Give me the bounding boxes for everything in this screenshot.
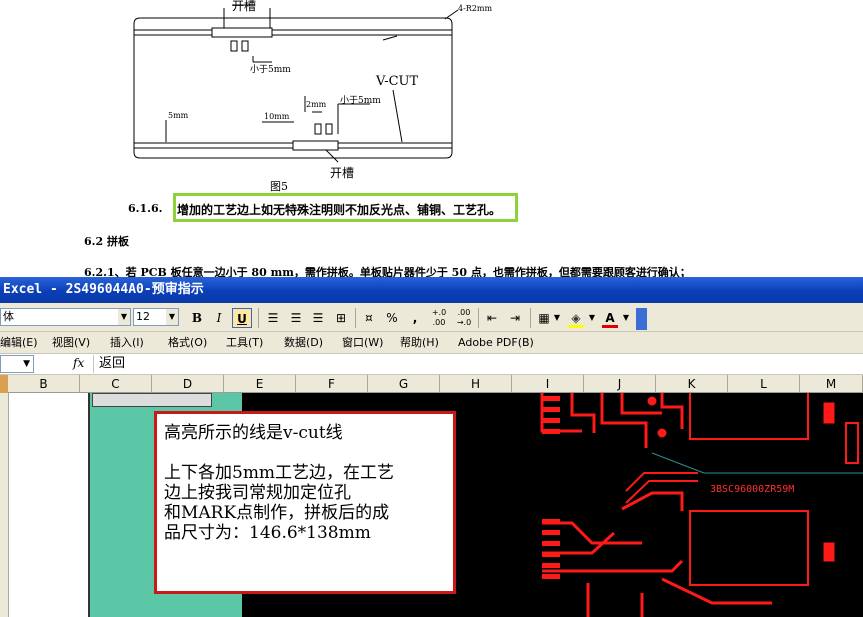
align-center-icon[interactable]: ☰ bbox=[286, 308, 306, 328]
chevron-down-icon[interactable]: ▼ bbox=[23, 359, 30, 369]
column-header[interactable]: J bbox=[584, 375, 656, 393]
menu-view[interactable]: 视图(V) bbox=[52, 332, 90, 353]
label-5mm: 5mm bbox=[168, 111, 189, 120]
section-6-1-6-number: 6.1.6. bbox=[128, 202, 163, 215]
align-left-icon[interactable]: ☰ bbox=[263, 308, 283, 328]
menu-bar: 编辑(E) 视图(V) 插入(I) 格式(O) 工具(T) 数据(D) 窗口(W… bbox=[0, 332, 863, 353]
increase-indent-icon[interactable]: ⇥ bbox=[505, 308, 525, 328]
menu-data[interactable]: 数据(D) bbox=[284, 332, 323, 353]
callout-line-1: 高亮所示的线是v-cut线 bbox=[164, 423, 343, 443]
font-size-combo[interactable]: 12 ▼ bbox=[133, 308, 179, 326]
decrease-decimal-button[interactable]: .00 →.0 bbox=[452, 308, 476, 328]
column-headers: B C D E F G H I J K L M bbox=[0, 375, 863, 393]
decrease-indent-icon[interactable]: ⇤ bbox=[482, 308, 502, 328]
label-less-than-5mm-1: 小于5mm bbox=[250, 65, 291, 75]
row-headers[interactable] bbox=[0, 393, 9, 617]
menu-adobe-pdf[interactable]: Adobe PDF(B) bbox=[458, 332, 534, 353]
fill-color-swatch bbox=[568, 325, 584, 328]
callout-line-4: 和MARK点制作，拼板后的成 bbox=[164, 503, 390, 523]
font-name-combo[interactable]: 体 ▼ bbox=[0, 308, 131, 326]
borders-icon[interactable]: ▦ bbox=[534, 308, 554, 328]
toolbar-separator bbox=[258, 308, 259, 328]
comma-button[interactable]: , bbox=[405, 308, 425, 328]
column-header[interactable]: M bbox=[800, 375, 863, 393]
name-box[interactable]: ▼ bbox=[0, 355, 34, 373]
fx-icon[interactable]: fx bbox=[73, 356, 84, 370]
formatting-toolbar: 体 ▼ 12 ▼ B I U ☰ ☰ ☰ ⊞ ¤ % , +.0 .00 .00… bbox=[0, 303, 863, 332]
column-header[interactable]: G bbox=[368, 375, 440, 393]
formula-input[interactable]: 返回 bbox=[93, 355, 863, 373]
align-right-icon[interactable]: ☰ bbox=[308, 308, 328, 328]
callout-line-3: 边上按我司常规加定位孔 bbox=[164, 483, 351, 503]
column-header[interactable]: L bbox=[728, 375, 800, 393]
menu-tools[interactable]: 工具(T) bbox=[226, 332, 263, 353]
formula-bar: ▼ fx 返回 bbox=[0, 353, 863, 375]
toolbar-separator bbox=[478, 308, 479, 328]
chevron-down-icon[interactable]: ▼ bbox=[118, 309, 130, 325]
merge-center-icon[interactable]: ⊞ bbox=[331, 308, 351, 328]
percent-button[interactable]: % bbox=[382, 308, 402, 328]
callout-line-5: 品尺寸为：146.6*138mm bbox=[164, 523, 371, 543]
column-header[interactable]: K bbox=[656, 375, 728, 393]
select-all-corner[interactable] bbox=[0, 375, 8, 393]
section-6-1-6-text: 增加的工艺边上如无特殊注明则不加反光点、铺铜、工艺孔。 bbox=[177, 203, 502, 217]
column-header[interactable]: I bbox=[512, 375, 584, 393]
annotation-callout: 高亮所示的线是v-cut线 上下各加5mm工艺边，在工艺 边上按我司常规加定位孔… bbox=[154, 411, 456, 594]
section-6-2-1-text: 6.2.1、若 PCB 板任意一边小于 80 mm，需作拼板。单板贴片器件少于 … bbox=[84, 266, 691, 277]
embedded-panel-bar bbox=[92, 393, 212, 407]
italic-button[interactable]: I bbox=[209, 308, 229, 328]
underline-button[interactable]: U bbox=[232, 308, 252, 328]
increase-decimal-button[interactable]: +.0 .00 bbox=[427, 308, 451, 328]
label-10mm: 10mm bbox=[264, 112, 290, 121]
column-header[interactable]: C bbox=[80, 375, 152, 393]
figure-caption: 图5 bbox=[270, 180, 288, 193]
currency-icon[interactable]: ¤ bbox=[359, 308, 379, 328]
menu-insert[interactable]: 插入(I) bbox=[110, 332, 144, 353]
font-color-swatch bbox=[602, 325, 618, 328]
chevron-down-icon[interactable]: ▼ bbox=[621, 308, 631, 328]
toolbar-separator bbox=[355, 308, 356, 328]
chevron-down-icon[interactable]: ▼ bbox=[552, 308, 562, 328]
font-size-value: 12 bbox=[136, 310, 150, 323]
label-corner-radius: 4-R2mm bbox=[458, 4, 493, 13]
column-header[interactable]: F bbox=[296, 375, 368, 393]
callout-line-2: 上下各加5mm工艺边，在工艺 bbox=[164, 463, 395, 483]
bold-button[interactable]: B bbox=[187, 308, 207, 328]
label-less-than-5mm-2: 小于5mm bbox=[340, 96, 381, 106]
label-2mm: 2mm bbox=[306, 100, 327, 109]
menu-format[interactable]: 格式(O) bbox=[168, 332, 207, 353]
section-6-2-heading: 6.2 拼板 bbox=[84, 235, 129, 248]
column-header[interactable]: B bbox=[8, 375, 80, 393]
label-open-slot-top: 开槽 bbox=[232, 0, 257, 13]
toolbar-separator bbox=[530, 308, 531, 328]
window-title: Excel - 2S496044A0-预审指示 bbox=[3, 282, 204, 297]
label-vcut: V-CUT bbox=[376, 74, 419, 89]
menu-window[interactable]: 窗口(W) bbox=[342, 332, 383, 353]
menu-help[interactable]: 帮助(H) bbox=[400, 332, 439, 353]
excel-title-bar[interactable]: Excel - 2S496044A0-预审指示 bbox=[0, 277, 863, 303]
font-name-value: 体 bbox=[3, 310, 14, 323]
column-header[interactable]: H bbox=[440, 375, 512, 393]
document-area: 开槽 4-R2mm 小于5mm V-CUT 小于5mm 2mm 10mm 5mm… bbox=[0, 0, 863, 277]
column-header[interactable]: E bbox=[224, 375, 296, 393]
v-cut-figure bbox=[133, 4, 459, 163]
label-open-slot-bottom: 开槽 bbox=[330, 166, 355, 180]
column-header[interactable]: D bbox=[152, 375, 224, 393]
chevron-down-icon[interactable]: ▼ bbox=[166, 309, 178, 325]
pcb-part-label: 3BSC96000ZR59M bbox=[710, 484, 795, 495]
toolbar-options-icon[interactable] bbox=[636, 308, 647, 330]
chevron-down-icon[interactable]: ▼ bbox=[587, 308, 597, 328]
menu-edit[interactable]: 编辑(E) bbox=[0, 332, 38, 353]
